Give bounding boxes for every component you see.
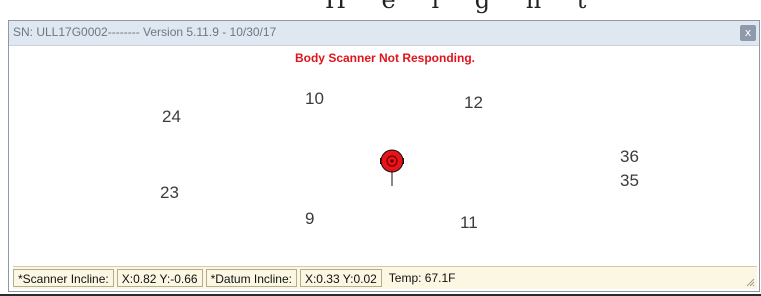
scanner-incline-value: X:0.82 Y:-0.66 [116, 269, 203, 287]
sensor-label-9: 9 [305, 209, 315, 228]
resize-grip-icon[interactable] [745, 277, 755, 287]
background-heading-text: H e i g h t [325, 0, 601, 14]
window-title: SN: ULL17G0002-------- Version 5.11.9 - … [13, 25, 277, 39]
scanner-incline-label: *Scanner Incline: [13, 269, 114, 287]
status-bar: *Scanner Incline: X:0.82 Y:-0.66 *Datum … [13, 266, 757, 289]
sensor-label-11: 11 [460, 213, 478, 232]
title-bar[interactable]: SN: ULL17G0002-------- Version 5.11.9 - … [9, 21, 759, 46]
close-button[interactable]: x [740, 25, 756, 41]
scanner-window: SN: ULL17G0002-------- Version 5.11.9 - … [8, 20, 760, 292]
sensor-label-10: 10 [305, 89, 324, 108]
sensor-label-36: 36 [620, 147, 639, 166]
target-marker-icon [380, 149, 404, 186]
sensor-label-23: 23 [160, 183, 179, 202]
datum-incline-value: X:0.33 Y:0.02 [299, 269, 382, 287]
sensor-label-24: 24 [162, 107, 181, 126]
sensor-label-35: 35 [620, 171, 639, 190]
scanner-status-message: Body Scanner Not Responding. [294, 51, 475, 65]
temperature-readout: Temp: 67.1F [388, 271, 456, 285]
close-icon: x [744, 26, 752, 39]
sensor-label-12: 12 [464, 93, 483, 112]
datum-incline-label: *Datum Incline: [205, 269, 297, 287]
